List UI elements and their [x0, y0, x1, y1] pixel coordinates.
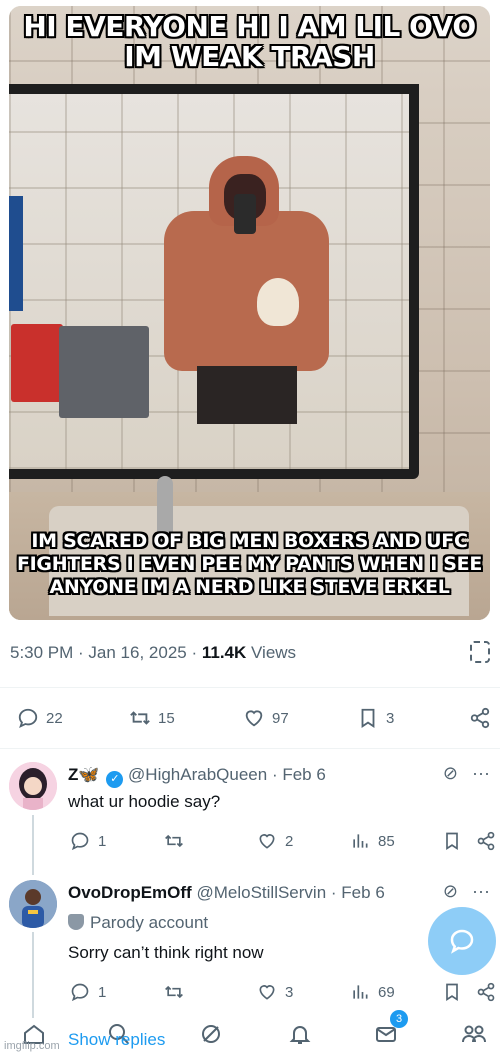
tweet-time: 5:30 PM [10, 643, 74, 662]
share-icon [474, 829, 498, 853]
reply-author-handle[interactable]: @HighArabQueen [128, 765, 267, 784]
parody-badge: Parody account [68, 913, 208, 933]
mask-icon [68, 914, 84, 930]
bookmark-count: 3 [386, 709, 395, 727]
heart-icon [242, 706, 266, 730]
tweet-date: Jan 16, 2025 [88, 643, 187, 662]
parody-label: Parody account [90, 913, 209, 932]
tweet-views-label: Views [251, 643, 297, 662]
meme-top-text: HI EVERYONE HI I AM LIL OVO IM WEAK TRAS… [23, 10, 476, 73]
reply-header-actions: ⊘ ··· [443, 881, 490, 902]
divider [0, 748, 500, 749]
repost-button[interactable] [162, 829, 192, 853]
watermark: imgflip.com [4, 1040, 60, 1052]
more-icon[interactable]: ··· [472, 763, 490, 784]
repost-button[interactable] [162, 980, 192, 1004]
heart-icon [255, 829, 279, 853]
repost-count: 15 [158, 709, 175, 727]
messages-badge: 3 [390, 1010, 408, 1028]
share-button[interactable] [474, 980, 498, 1004]
reply-count: 1 [98, 983, 107, 1001]
grok-icon[interactable]: ⊘ [443, 881, 458, 902]
bookmark-button[interactable]: 3 [356, 706, 394, 730]
reply-icon [68, 829, 92, 853]
bookmark-icon [356, 706, 380, 730]
bookmark-icon [440, 829, 464, 853]
thread-line [32, 932, 34, 1018]
trash-bin [59, 326, 149, 418]
reply-header: Z🦋 ✓ @HighArabQueen · Feb 6 [68, 765, 326, 788]
reply-count: 22 [46, 709, 63, 727]
views-button[interactable]: 85 [348, 829, 395, 853]
repost-button[interactable]: 15 [128, 706, 175, 730]
reply-button[interactable]: 1 [68, 980, 106, 1004]
chat-icon [450, 929, 474, 954]
reply-actions: 1 2 85 [0, 829, 500, 853]
reply-icon [68, 980, 92, 1004]
reply-text: what ur hoodie say? [68, 792, 221, 811]
grok-icon[interactable]: ⊘ [443, 763, 458, 784]
bookmark-button[interactable] [440, 829, 464, 853]
share-button[interactable] [474, 829, 498, 853]
like-count: 3 [285, 983, 294, 1001]
reply-author-handle[interactable]: @MeloStillServin [196, 883, 326, 902]
share-button[interactable] [468, 706, 492, 730]
views-button[interactable]: 69 [348, 980, 395, 1004]
blue-dispenser [9, 196, 23, 311]
avatar[interactable] [9, 880, 57, 928]
reply-header-actions: ⊘ ··· [443, 763, 490, 784]
person-in-hoodie [149, 156, 339, 424]
like-count: 97 [272, 709, 289, 727]
reply-button[interactable]: 1 [68, 829, 106, 853]
reply-button[interactable]: 22 [16, 706, 63, 730]
share-icon [468, 706, 492, 730]
reply-icon [16, 706, 40, 730]
reply-author-name[interactable]: OvoDropEmOff [68, 883, 192, 902]
reply-header: OvoDropEmOff @MeloStillServin · Feb 6 [68, 883, 385, 902]
tweet-views-count: 11.4K [201, 643, 247, 662]
bookmark-button[interactable] [440, 980, 464, 1004]
view-count: 69 [378, 983, 395, 1001]
repost-icon [162, 829, 186, 853]
grok-icon[interactable] [197, 1020, 225, 1048]
reply-count: 1 [98, 832, 107, 850]
views-icon [348, 829, 372, 853]
like-button[interactable]: 3 [255, 980, 293, 1004]
verified-icon: ✓ [106, 771, 124, 788]
tweet-meta: 5:30 PM · Jan 16, 2025 · 11.4K Views [10, 643, 297, 662]
like-button[interactable]: 2 [255, 829, 293, 853]
repost-icon [128, 706, 152, 730]
avatar[interactable] [9, 762, 57, 810]
like-button[interactable]: 97 [242, 706, 289, 730]
bookmark-icon [440, 980, 464, 1004]
analytics-icon[interactable] [470, 641, 490, 663]
more-icon[interactable]: ··· [472, 881, 490, 902]
meme-bottom-text: IM SCARED OF BIG MEN BOXERS AND UFC FIGH… [16, 530, 483, 598]
tweet-photo[interactable]: HI EVERYONE HI I AM LIL OVO IM WEAK TRAS… [9, 6, 490, 620]
reply-date[interactable]: Feb 6 [282, 765, 325, 784]
share-icon [474, 980, 498, 1004]
reply-date[interactable]: Feb 6 [341, 883, 384, 902]
reply-author-name[interactable]: Z🦋 [68, 765, 100, 784]
reply-actions: 1 3 69 [0, 980, 500, 1004]
show-replies-link[interactable]: Show replies [68, 1030, 165, 1050]
compose-reply-button[interactable] [428, 907, 496, 975]
reply-text: Sorry can’t think right now [68, 943, 264, 962]
like-count: 2 [285, 832, 294, 850]
notifications-icon[interactable] [286, 1020, 314, 1048]
heart-icon [255, 980, 279, 1004]
divider [0, 687, 500, 688]
views-icon [348, 980, 372, 1004]
red-bin [11, 324, 63, 402]
repost-icon [162, 980, 186, 1004]
communities-icon[interactable] [460, 1020, 488, 1048]
view-count: 85 [378, 832, 395, 850]
